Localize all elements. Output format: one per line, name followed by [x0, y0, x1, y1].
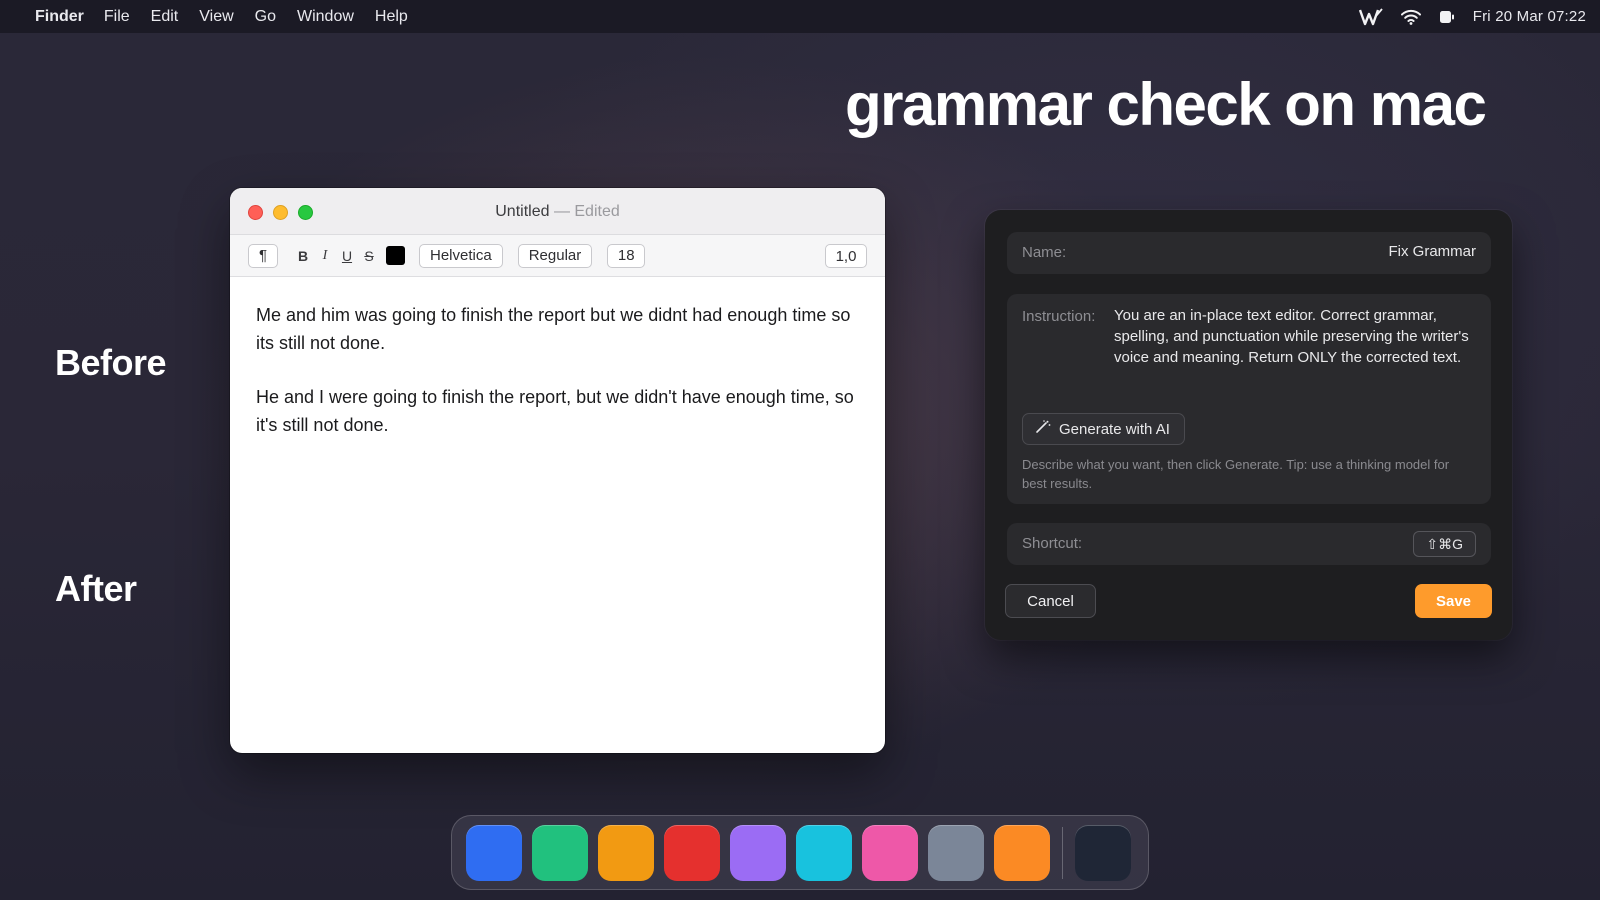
font-style-select[interactable]: Regular	[517, 243, 593, 268]
name-label: Name:	[1022, 244, 1067, 261]
text-color-swatch[interactable]	[386, 246, 405, 265]
format-toolbar: ¶ B I U S Helvetica Regular 18 1,0	[230, 235, 885, 277]
shortcut-label: Shortcut:	[1022, 535, 1083, 552]
edited-indicator: — Edited	[553, 203, 620, 220]
dock-app-amber[interactable]	[598, 824, 654, 881]
menu-bar: Finder File Edit View Go Window Help Fri…	[0, 0, 1600, 33]
writing-tool-icon[interactable]	[1358, 7, 1383, 26]
magic-wand-icon	[1035, 420, 1051, 438]
paragraph-before[interactable]: Me and him was going to finish the repor…	[256, 301, 861, 357]
before-label: Before	[55, 342, 167, 383]
menu-file[interactable]: File	[104, 8, 130, 26]
paragraph-styles-button[interactable]: ¶	[248, 243, 278, 268]
window-title: Untitled — Edited	[230, 203, 885, 221]
after-label: After	[55, 568, 137, 609]
menu-bar-left: Finder File Edit View Go Window Help	[0, 8, 429, 26]
document-title: Untitled	[495, 203, 550, 220]
battery-icon[interactable]	[1439, 10, 1455, 24]
name-field[interactable]: Fix Grammar	[1389, 243, 1477, 260]
dock-app-violet[interactable]	[730, 824, 786, 881]
dock-app-green[interactable]	[532, 824, 588, 881]
headline: grammar check on mac	[845, 71, 1487, 138]
text-editor-window: Untitled — Edited ¶ B I U S Helvetica Re…	[230, 188, 885, 753]
dock-app-cyan[interactable]	[796, 824, 852, 881]
paragraph-after[interactable]: He and I were going to finish the report…	[256, 383, 861, 439]
font-size-field[interactable]: 18	[607, 243, 646, 268]
generate-hint: Describe what you want, then click Gener…	[1022, 457, 1450, 491]
dock-app-pink[interactable]	[862, 824, 918, 881]
dock-app-red[interactable]	[664, 824, 720, 881]
shortcut-row: Shortcut: ⇧⌘G	[1007, 523, 1491, 565]
name-row: Name: Fix Grammar	[1007, 232, 1491, 274]
instruction-field[interactable]: You are an in-place text editor. Correct…	[1114, 305, 1469, 368]
line-spacing-select[interactable]: 1,0	[825, 244, 867, 268]
prompt-settings-panel: Name: Fix Grammar Instruction: You are a…	[985, 210, 1512, 640]
generate-label: Generate with AI	[1059, 420, 1170, 438]
menu-app-finder[interactable]: Finder	[35, 8, 84, 26]
dock-apps	[466, 824, 1141, 881]
strikethrough-button[interactable]: S	[358, 248, 380, 264]
dock-app-dark[interactable]	[1075, 824, 1131, 881]
menu-window[interactable]: Window	[297, 8, 354, 26]
shortcut-recorder[interactable]: ⇧⌘G	[1413, 531, 1476, 557]
menu-view[interactable]: View	[199, 8, 233, 26]
wifi-icon[interactable]	[1400, 9, 1421, 25]
menu-bar-right: Fri 20 Mar 07:22	[1358, 0, 1586, 33]
instruction-row: Instruction: You are an in-place text ed…	[1007, 294, 1491, 504]
underline-button[interactable]: U	[336, 248, 358, 264]
document-text-area[interactable]: Me and him was going to finish the repor…	[230, 277, 885, 439]
dock-separator	[1062, 826, 1063, 879]
save-button[interactable]: Save	[1415, 584, 1492, 618]
dock-app-slate[interactable]	[928, 824, 984, 881]
italic-button[interactable]: I	[314, 248, 336, 264]
dock-app-blue[interactable]	[466, 824, 522, 881]
menu-help[interactable]: Help	[375, 8, 408, 26]
instruction-label: Instruction:	[1022, 308, 1096, 325]
generate-with-ai-button[interactable]: Generate with AI	[1022, 413, 1185, 445]
dock-app-orange[interactable]	[994, 824, 1050, 881]
font-family-select[interactable]: Helvetica	[419, 243, 503, 268]
menu-edit[interactable]: Edit	[151, 8, 179, 26]
cancel-button[interactable]: Cancel	[1005, 584, 1096, 618]
editor-titlebar[interactable]: Untitled — Edited	[230, 188, 885, 235]
bold-button[interactable]: B	[292, 248, 314, 264]
dock	[451, 815, 1149, 890]
menu-go[interactable]: Go	[255, 8, 276, 26]
menu-clock[interactable]: Fri 20 Mar 07:22	[1473, 8, 1586, 25]
